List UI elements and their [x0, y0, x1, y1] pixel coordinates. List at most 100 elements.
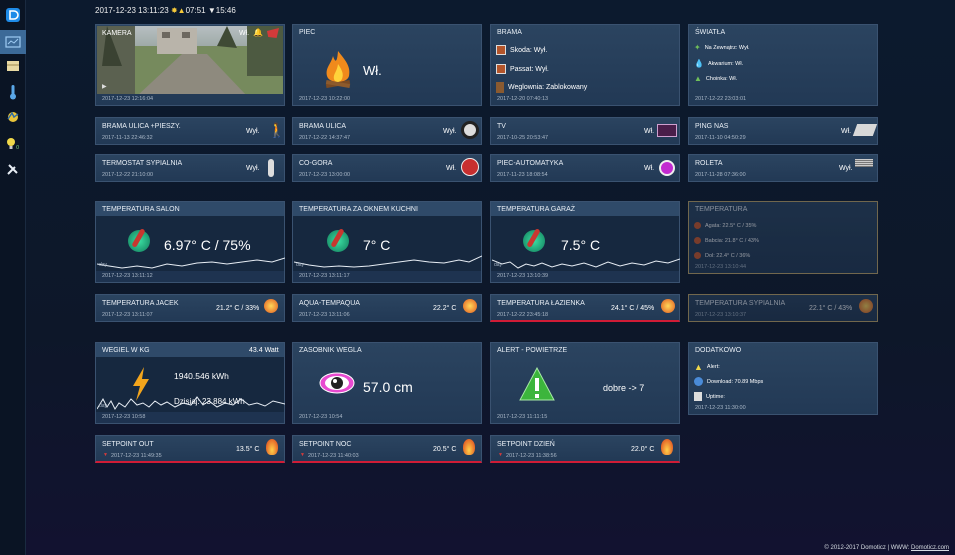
termostat-sypialnia-tile[interactable]: TERMOSTAT SYPIALNIA 2017-12-22 21:10:00 …: [95, 154, 285, 182]
weather-icon[interactable]: [3, 107, 23, 127]
camera-image[interactable]: KAMERA Wł. 🔔 ▶: [97, 26, 283, 94]
tile-title: DODATKOWO: [695, 347, 742, 354]
tv-icon[interactable]: [657, 124, 677, 137]
thermometer-icon[interactable]: [327, 228, 349, 252]
co-gora-tile[interactable]: CO-GORA 2017-12-23 13:00:00 Wł.: [292, 154, 482, 182]
lightbulb-icon[interactable]: 0: [3, 134, 23, 154]
dodatkowo-item-uptime[interactable]: Uptime:: [694, 392, 725, 401]
brama-item-weglownia[interactable]: Weglownia: Zablokowany: [496, 82, 587, 93]
fan-icon[interactable]: [461, 158, 479, 176]
alert-triangle-icon[interactable]: [519, 366, 555, 406]
flame-icon[interactable]: [463, 439, 475, 455]
dodatkowo-item-download[interactable]: Download: 70.89 Mbps: [694, 377, 763, 386]
brama-item-skoda[interactable]: Skoda: Wył.: [496, 45, 547, 55]
tile-status: Wł.: [644, 128, 655, 135]
thermometer-icon[interactable]: [523, 228, 545, 252]
temperatura-item-babcia[interactable]: Babcia: 21.8° C / 43%: [694, 237, 759, 244]
dodatkowo-tile[interactable]: DODATKOWO ▲ Alert: Download: 70.89 Mbps U…: [688, 342, 878, 415]
temperature-icon[interactable]: [264, 299, 278, 313]
tile-title: CO-GORA: [299, 160, 333, 167]
dodatkowo-item-alert[interactable]: ▲ Alert:: [694, 362, 720, 372]
fire-icon[interactable]: [323, 50, 353, 93]
temperatura-salon-tile[interactable]: TEMPERATURA SALON 6.97° C / 75% day 2017…: [95, 201, 285, 283]
temperatura-lazienka-tile[interactable]: TEMPERATURA ŁAZIENKA 2017-12-22 23:45:18…: [490, 294, 680, 322]
sunset-time: 15:46: [215, 6, 236, 15]
tools-icon[interactable]: [3, 159, 23, 179]
gate-button-icon[interactable]: [461, 121, 479, 139]
temperatura-za-oknem-tile[interactable]: TEMPERATURA ZA OKNEM KUCHNI 7° C day 201…: [292, 201, 482, 283]
piec-date: 2017-12-23 10:22:00: [299, 96, 351, 102]
domoticz-link[interactable]: Domoticz.com: [911, 545, 949, 551]
brama-ulica-pieszy-tile[interactable]: BRAMA ULICA +PIESZY. 2017-11-13 22:46:32…: [95, 117, 285, 145]
swiatla-item-akwarium[interactable]: 💧 Akwarium: Wł.: [694, 59, 743, 68]
tile-title: SETPOINT DZIEŃ: [497, 441, 555, 448]
tile-date: 2017-11-28 07:36:00: [695, 172, 746, 178]
tile-title: ALERT - POWIETRZE: [497, 347, 568, 354]
temperatura-group-tile[interactable]: TEMPERATURA Agata: 22.5° C / 35% Babcia:…: [688, 201, 878, 274]
temperatura-item-agata[interactable]: Agata: 22.5° C / 35%: [694, 222, 756, 229]
graph-period-label: day: [99, 403, 108, 409]
setpoint-dzien-tile[interactable]: SETPOINT DZIEŃ 2017-12-23 11:38:56 ▼ 22.…: [490, 435, 680, 463]
tile-date: 2017-12-23 11:38:56: [506, 453, 557, 459]
aqua-tempaqua-tile[interactable]: AQUA-TEMPAQUA 2017-12-23 13:11:06 22.2° …: [292, 294, 482, 322]
dashboard-icon[interactable]: [0, 30, 26, 54]
document-icon: [694, 392, 702, 401]
setpoint-out-tile[interactable]: SETPOINT OUT 2017-12-23 11:49:35 ▼ 13.5°…: [95, 435, 285, 463]
temperatura-garaz-tile[interactable]: TEMPERATURA GARAŻ 7.5° C day 2017-12-23 …: [490, 201, 680, 283]
temperature-icon[interactable]: [661, 299, 675, 313]
ping-nas-tile[interactable]: PING NAS 2017-11-10 04:50:29 Wł.: [688, 117, 878, 145]
zasobnik-wegla-tile[interactable]: ZASOBNIK WEGLA 57.0 cm 2017-12-23 10:54: [292, 342, 482, 424]
brama-tile[interactable]: BRAMA Skoda: Wył. Passat: Wył. Weglownia…: [490, 24, 680, 106]
piec-automatyka-tile[interactable]: PIEC-AUTOMATYKA 2017-11-23 18:08:54 Wł.: [490, 154, 680, 182]
tv-tile[interactable]: TV 2017-10-25 20:53:47 Wł.: [490, 117, 680, 145]
power-watt: 43.4 Watt: [249, 347, 279, 354]
pedestrian-icon[interactable]: 🚶: [268, 122, 285, 139]
setpoint-value: 20.5° C: [433, 446, 457, 453]
tile-value: 22.2° C: [433, 305, 457, 312]
thermometer-icon[interactable]: [128, 228, 150, 252]
tile-date: 2017-12-22 21:10:00: [102, 172, 154, 178]
tile-date: 2017-11-10 04:50:29: [695, 135, 746, 141]
alarm-bell-icon[interactable]: 🔔: [253, 28, 263, 37]
flame-icon[interactable]: [266, 439, 278, 455]
alert-powietrze-tile[interactable]: ALERT - POWIETRZE dobre -> 7 2017-12-23 …: [490, 342, 680, 424]
temperature-icon[interactable]: [3, 82, 23, 102]
tile-title: BRAMA ULICA +PIESZY.: [102, 123, 181, 130]
swiatla-tile[interactable]: ŚWIATŁA ✦ Na Zewnątrz: Wył. 💧 Akwarium: Wł…: [688, 24, 878, 106]
temperatura-sypialnia-tile[interactable]: TEMPERATURA SYPIALNIA 2017-12-23 13:10:3…: [688, 294, 878, 322]
play-icon[interactable]: ▶: [102, 83, 107, 90]
eye-icon[interactable]: [319, 371, 355, 400]
swiatla-item-choinka[interactable]: ▲ Choinka: Wł.: [694, 74, 737, 83]
arrow-down-icon: ▼: [300, 452, 305, 458]
temperatura-item-dol[interactable]: Dol: 22.4° C / 36%: [694, 252, 750, 259]
roleta-tile[interactable]: ROLETA 2017-11-28 07:36:00 Wył.: [688, 154, 878, 182]
tile-date: 2017-12-23 11:49:35: [111, 453, 162, 459]
tile-status: Wył.: [443, 128, 457, 135]
blinds-icon[interactable]: [855, 159, 873, 167]
temperature-icon: [694, 252, 701, 259]
swiatla-item-na-zewnatrz[interactable]: ✦ Na Zewnątrz: Wył.: [694, 43, 750, 52]
tile-date: 2017-12-23 13:11:17: [299, 273, 350, 279]
camera-date: 2017-12-23 12:16:04: [102, 96, 154, 102]
camera-status: Wł.: [239, 30, 250, 37]
tile-date: 2017-12-23 13:11:12: [102, 273, 153, 279]
domoticz-logo-icon[interactable]: [3, 5, 23, 25]
tile-date: 2017-10-25 20:53:47: [497, 135, 549, 141]
flame-icon[interactable]: [661, 439, 673, 455]
toggle-switch-icon[interactable]: [659, 160, 675, 176]
camera-tile[interactable]: KAMERA Wł. 🔔 ▶ 2017-12-23 12:16:04: [95, 24, 285, 106]
brama-item-passat[interactable]: Passat: Wył.: [496, 64, 549, 74]
temperatura-jacek-tile[interactable]: TEMPERATURA JACEK 2017-12-23 13:11:07 21…: [95, 294, 285, 322]
thermostat-icon[interactable]: [268, 159, 274, 177]
door-icon: [496, 82, 504, 93]
nas-device-icon[interactable]: [852, 124, 878, 136]
temperature-icon[interactable]: [463, 299, 477, 313]
piec-tile[interactable]: PIEC Wł. 2017-12-23 10:22:00: [292, 24, 482, 106]
floorplan-icon[interactable]: [3, 56, 23, 76]
warning-icon: ▲: [694, 362, 703, 372]
sidebar: 0: [0, 0, 26, 555]
setpoint-noc-tile[interactable]: SETPOINT NOC 2017-12-23 11:40:03 ▼ 20.5°…: [292, 435, 482, 463]
brama-ulica-tile[interactable]: BRAMA ULICA 2017-12-22 14:37:47 Wył.: [292, 117, 482, 145]
temperature-icon[interactable]: [859, 299, 873, 313]
wegiel-tile[interactable]: WEGIEL W KG 43.4 Watt 1940.546 kWh Dzisi…: [95, 342, 285, 424]
